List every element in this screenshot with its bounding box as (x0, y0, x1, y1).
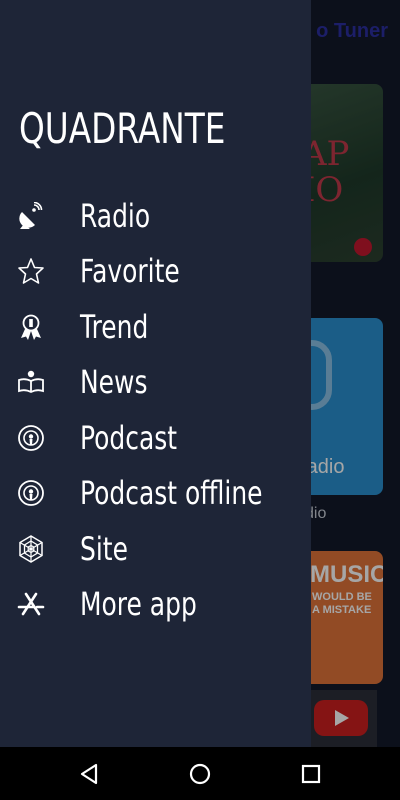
recent-apps-icon[interactable] (298, 761, 324, 787)
menu-item-label: Favorite (80, 252, 180, 290)
award-ribbon-icon (17, 313, 45, 341)
podcast-icon (17, 424, 45, 452)
menu-item-label: Radio (80, 197, 151, 235)
menu-item-podcast[interactable]: Podcast (0, 412, 311, 464)
menu-item-label: More app (80, 585, 197, 623)
menu-item-label: Podcast (80, 419, 178, 457)
menu-item-podcast-offline[interactable]: Podcast offline (0, 467, 311, 519)
star-icon (17, 257, 45, 285)
menu-item-label: Site (80, 530, 128, 568)
drawer-brand: QUADRANTE (19, 104, 226, 153)
navigation-drawer: QUADRANTE Radio Favorite Trend News Podc… (0, 0, 311, 747)
app-store-icon (17, 590, 45, 618)
satellite-dish-icon (17, 202, 45, 230)
menu-item-favorite[interactable]: Favorite (0, 245, 311, 297)
reader-icon (17, 368, 45, 396)
web-icon (17, 535, 45, 563)
menu-item-label: Podcast offline (80, 474, 263, 512)
menu-item-radio[interactable]: Radio (0, 190, 311, 242)
menu-item-trend[interactable]: Trend (0, 301, 311, 353)
podcast-icon (17, 479, 45, 507)
menu-item-site[interactable]: Site (0, 523, 311, 575)
menu-item-news[interactable]: News (0, 356, 311, 408)
menu-item-label: News (80, 363, 148, 401)
menu-item-more-app[interactable]: More app (0, 578, 311, 630)
home-icon[interactable] (187, 761, 213, 787)
menu-item-label: Trend (80, 308, 149, 346)
system-navigation-bar (0, 747, 400, 800)
back-icon[interactable] (76, 761, 102, 787)
